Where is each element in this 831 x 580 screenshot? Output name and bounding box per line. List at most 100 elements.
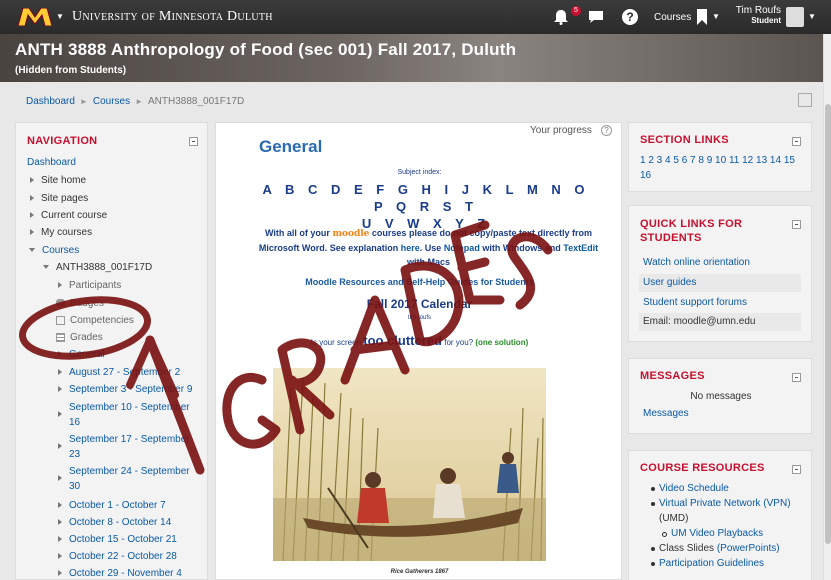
explanation-link[interactable]: here [401,243,420,253]
no-messages-text: No messages [690,391,752,402]
messages-icon[interactable] [588,10,604,24]
nav-section-general[interactable]: General [58,349,105,360]
quick-links-block: QUICK LINKS FOR STUDENTS Watch online or… [628,205,812,342]
resource-list: Video Schedule Virtual Private Network (… [650,481,810,571]
nav-section-sep24[interactable]: September 24 - September [58,466,190,482]
orientation-link[interactable]: Watch online orientation [639,254,801,272]
nav-my-courses[interactable]: My courses [30,227,92,238]
avatar[interactable] [786,7,804,27]
nav-section-sep10-end[interactable]: 16 [69,417,80,428]
messages-block: MESSAGES No messages Messages [628,358,812,434]
participation-guidelines-link[interactable]: Participation Guidelines [659,558,764,569]
expand-arrow-icon [58,519,62,526]
nav-course-code[interactable]: ANTH3888_001F17D [43,262,152,273]
section-numbers[interactable]: 1 2 3 4 5 6 7 8 9 10 11 12 13 14 15 [640,155,795,166]
notepad-link[interactable]: Notepad [444,243,480,253]
nav-section-sep10[interactable]: September 10 - September [58,402,190,418]
nav-competencies[interactable]: Competencies [56,315,134,326]
video-schedule-link[interactable]: Video Schedule [659,483,729,494]
alphabet-row[interactable]: A B C D E F G H I J K L M N O P Q R S T [256,181,596,215]
nav-section-aug27[interactable]: August 27 - September 2 [58,367,180,378]
email-link[interactable]: moodle@umn.edu [674,316,756,327]
clutter-text: Is your [310,338,335,347]
solution-link[interactable]: (one solution) [475,338,528,347]
subject-index-letters[interactable]: A B C D E F G H I J K L M N O P Q R S T … [256,181,596,232]
page-scrollbar[interactable] [823,34,831,580]
expand-arrow-icon [58,553,62,560]
scrollbar-thumb[interactable] [825,104,831,544]
nav-section-oct8[interactable]: October 8 - October 14 [58,517,171,528]
list-item[interactable]: Class Slides (PowerPoints) [650,541,810,556]
nav-label: September 3 - September 9 [69,384,193,395]
nav-section-oct15[interactable]: October 15 - October 21 [58,534,177,545]
messages-link[interactable]: Messages [643,408,689,419]
nav-grades[interactable]: Grades [56,332,103,343]
nav-section-oct22[interactable]: October 22 - October 28 [58,551,177,562]
list-item[interactable]: Virtual Private Network (VPN) [650,496,810,511]
badges-icon [56,299,65,308]
calendar-author: tim roufs [407,315,431,321]
collapse-block-icon[interactable] [792,373,801,382]
breadcrumb: Dashboard ► Courses ► ANTH3888_001F17D [26,96,244,107]
support-forums-link[interactable]: Student support forums [639,294,801,312]
video-playbacks-link[interactable]: UM Video Playbacks [671,528,763,539]
nav-current-course[interactable]: Current course [30,210,107,221]
calendar-link[interactable]: Fall 2017 Calendar [216,297,623,311]
expand-arrow-icon [30,177,34,184]
collapse-block-icon[interactable] [189,137,198,146]
help-icon[interactable]: ? [601,125,612,136]
collapse-arrow-icon [29,248,35,253]
quick-links-heading: QUICK LINKS FOR STUDENTS [640,218,743,244]
university-logo-icon[interactable] [18,8,52,26]
nav-participants[interactable]: Participants [58,280,121,291]
vpn-link[interactable]: Virtual Private Network (VPN) [659,498,791,509]
nav-section-oct29[interactable]: October 29 - November 4 [58,568,182,579]
courses-menu[interactable]: Courses [654,12,691,23]
powerpoints-link[interactable]: (PowerPoints) [717,543,780,554]
nav-label: October 15 - October 21 [69,534,177,545]
list-item[interactable]: Participation Guidelines [650,556,810,571]
nav-site-pages[interactable]: Site pages [30,193,88,204]
moodle-resources-link[interactable]: Moodle Resources and Self-Help Guides fo… [216,277,623,287]
nav-label: October 29 - November 4 [69,568,182,579]
fullscreen-toggle-icon[interactable] [798,93,812,107]
navigation-block: NAVIGATION Dashboard Site home Site page… [15,122,208,580]
collapse-block-icon[interactable] [792,220,801,229]
user-name: Tim Roufs [735,5,781,16]
chevron-down-icon[interactable]: ▼ [808,12,816,21]
nav-site-home[interactable]: Site home [30,175,86,186]
breadcrumb-courses[interactable]: Courses [93,96,130,107]
nav-label: Grades [70,332,103,343]
nav-label: September 24 - September [69,466,190,477]
nav-section-sep17-end[interactable]: 23 [69,449,80,460]
textedit-link[interactable]: TextEdit [563,243,598,253]
notification-bell-icon[interactable] [553,9,569,25]
nav-section-sep3[interactable]: September 3 - September 9 [58,384,192,395]
clutter-emphasis: too cluttered [363,333,442,348]
nav-label: Badges [70,298,104,309]
user-menu[interactable]: Tim Roufs Student [735,6,781,26]
collapse-block-icon[interactable] [792,465,801,474]
subject-index-label: Subject index: [397,169,442,176]
nav-courses[interactable]: Courses [29,245,79,256]
list-item[interactable]: Video Schedule [650,481,810,496]
breadcrumb-separator-icon: ► [135,97,144,106]
nav-badges[interactable]: Badges [56,298,104,309]
help-icon[interactable]: ? [622,9,638,25]
section-numbers-row2[interactable]: 16 [640,170,651,181]
user-guides-link[interactable]: User guides [639,274,801,292]
list-item[interactable]: UM Video Playbacks [650,526,810,541]
bookmark-icon[interactable] [696,9,708,25]
chevron-down-icon[interactable]: ▼ [712,12,720,21]
nav-label: My courses [41,227,93,238]
collapse-block-icon[interactable] [792,137,801,146]
nav-section-sep24-end[interactable]: 30 [69,481,80,492]
breadcrumb-dashboard[interactable]: Dashboard [26,96,75,107]
nav-section-sep17[interactable]: September 17 - September [58,434,190,450]
chevron-down-icon[interactable]: ▼ [56,12,64,21]
nav-section-oct1[interactable]: October 1 - October 7 [58,500,166,511]
university-name[interactable]: University of Minnesota Duluth [72,9,273,25]
note-text: with Windows and [482,243,561,253]
nav-dashboard[interactable]: Dashboard [27,157,76,168]
breadcrumb-bar: Dashboard ► Courses ► ANTH3888_001F17D [14,88,816,116]
